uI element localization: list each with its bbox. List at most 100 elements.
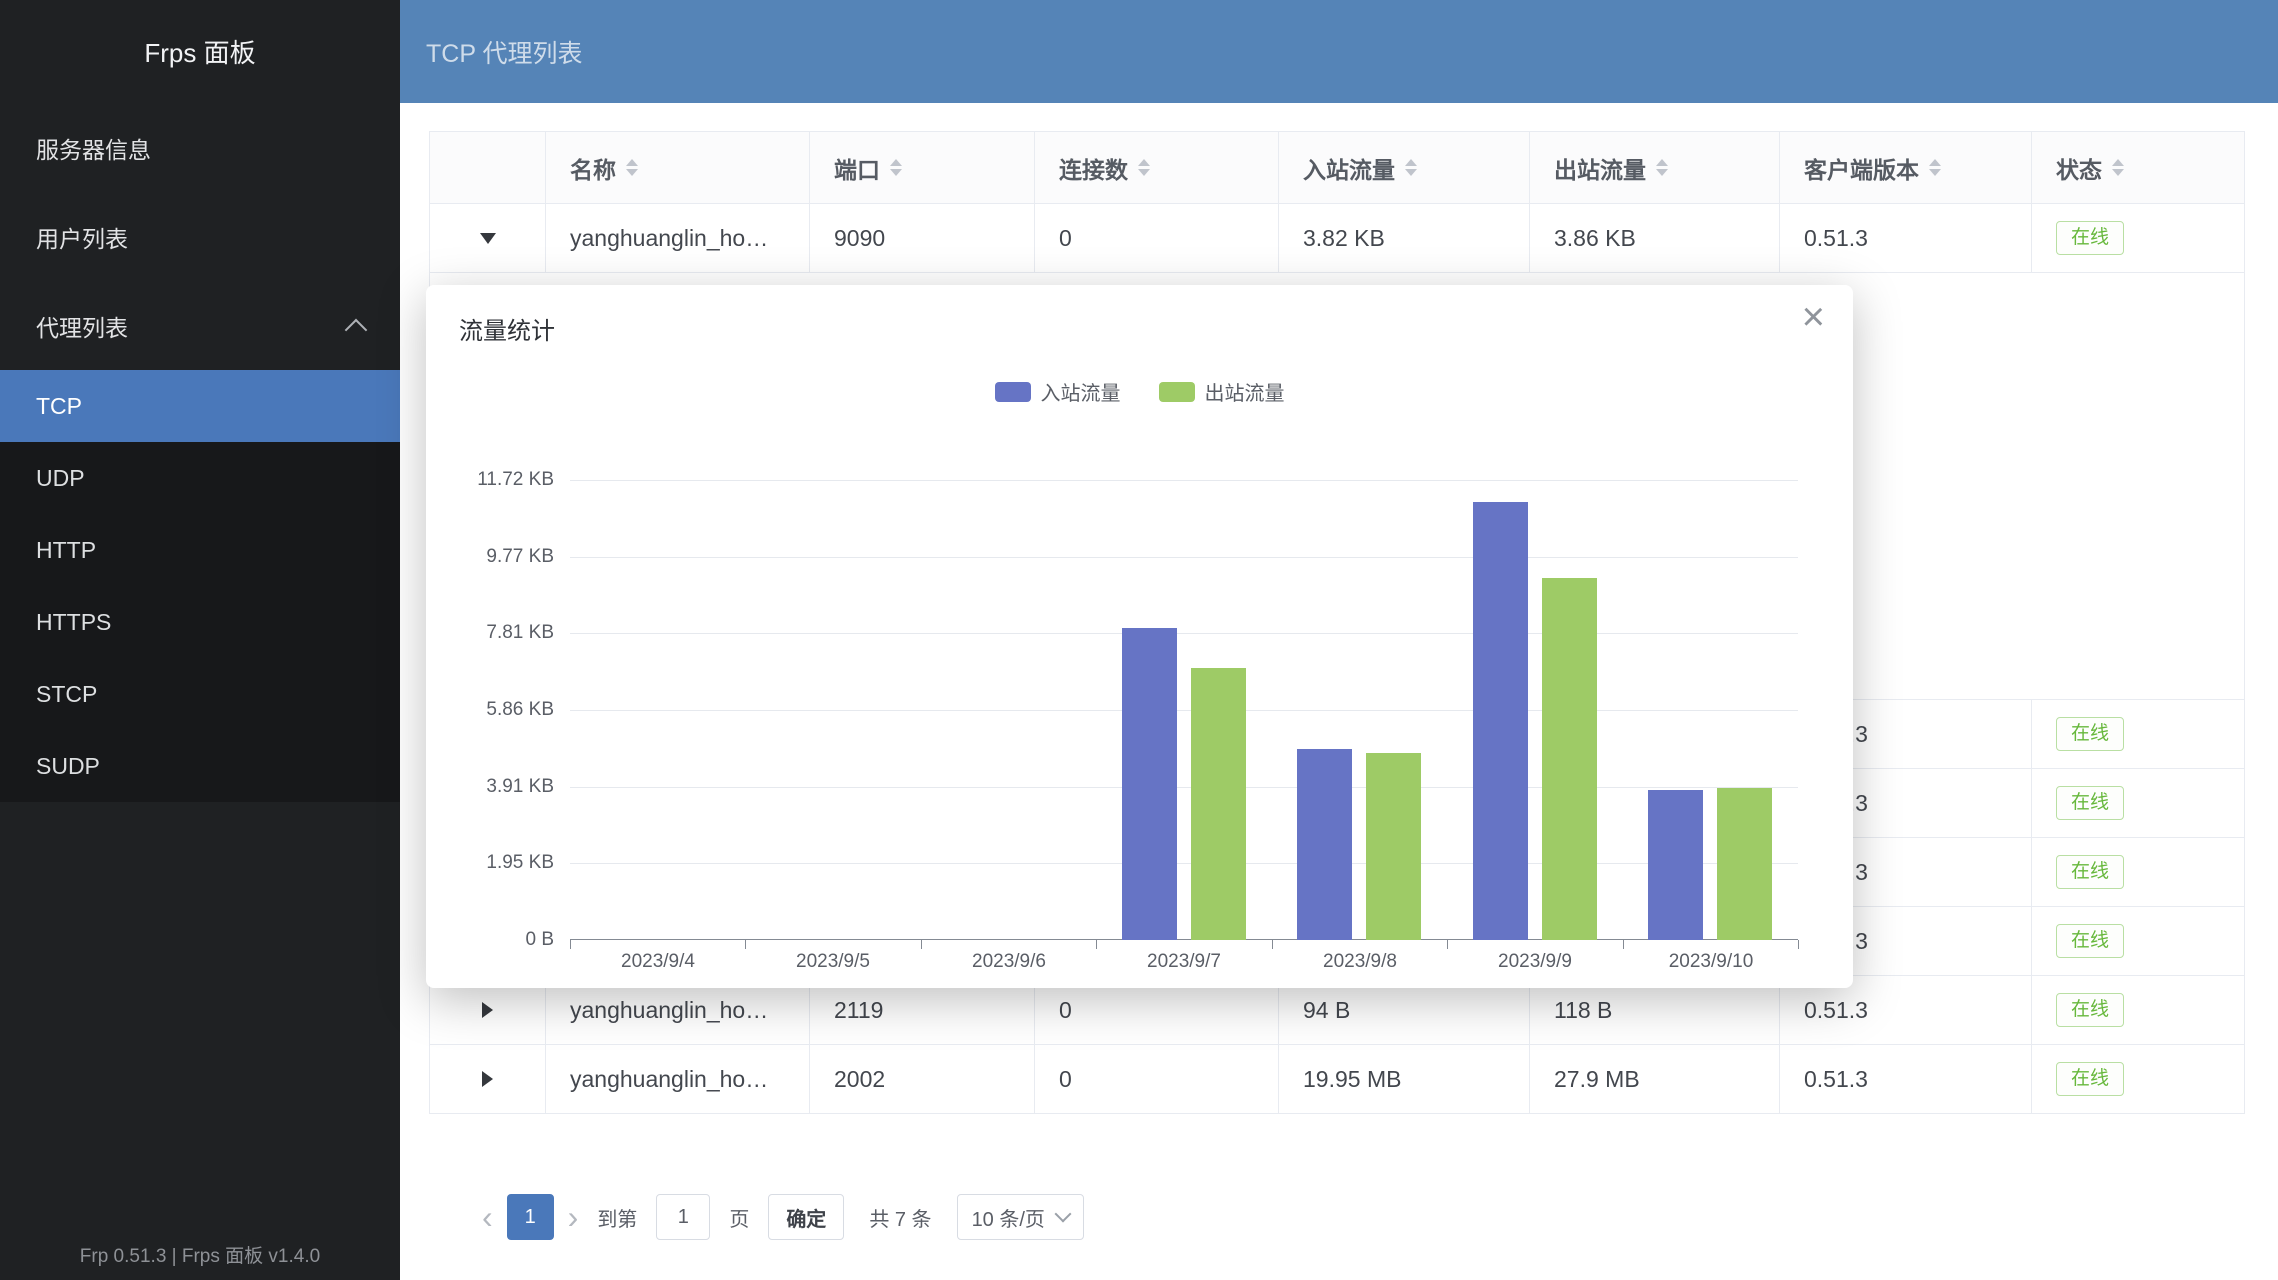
y-tick-label: 5.86 KB: [426, 699, 554, 721]
gridline: [570, 863, 1798, 864]
cell-status: 在线: [2032, 1045, 2245, 1114]
status-badge: 在线: [2056, 855, 2124, 890]
sidebar-footer: Frp 0.51.3 | Frps 面板 v1.4.0: [0, 1241, 400, 1268]
x-axis-tick: [1272, 940, 1273, 949]
cell-port: 2002: [810, 1045, 1035, 1114]
sidebar-item-stcp[interactable]: STCP: [0, 658, 400, 730]
table-header-col-0[interactable]: 名称: [546, 132, 810, 204]
x-tick-label: 2023/9/8: [1272, 951, 1448, 973]
chart-legend: 入站流量 出站流量: [426, 377, 1853, 406]
gridline: [570, 557, 1798, 558]
caret-right-icon: [482, 1071, 493, 1087]
caret-down-icon: [1138, 169, 1150, 176]
sort-icon: [1138, 159, 1150, 176]
sidebar-item-http[interactable]: HTTP: [0, 514, 400, 586]
sidebar-item-tcp[interactable]: TCP: [0, 370, 400, 442]
y-tick-label: 11.72 KB: [426, 469, 554, 491]
legend-item-outbound[interactable]: 出站流量: [1159, 377, 1285, 406]
status-badge: 在线: [2056, 221, 2124, 256]
x-tick-label: 2023/9/6: [921, 951, 1097, 973]
legend-item-inbound[interactable]: 入站流量: [995, 377, 1121, 406]
caret-down-icon: [480, 233, 496, 244]
total-count: 共 7 条: [869, 1203, 931, 1232]
y-tick-label: 3.91 KB: [426, 776, 554, 798]
status-badge: 在线: [2056, 786, 2124, 821]
page-number-button[interactable]: 1: [507, 1194, 554, 1240]
x-tick-label: 2023/9/5: [745, 951, 921, 973]
table-header-col-4[interactable]: 出站流量: [1530, 132, 1780, 204]
x-axis-tick: [570, 940, 571, 949]
column-label: 连接数: [1059, 151, 1128, 185]
x-axis-tick: [1447, 940, 1448, 949]
sidebar-item-sudp[interactable]: SUDP: [0, 730, 400, 802]
sidebar-item-label: 服务器信息: [36, 131, 151, 165]
app-title: Frps 面板: [0, 0, 400, 103]
legend-swatch: [1159, 382, 1195, 402]
cell-traffic_in: 3.82 KB: [1279, 204, 1530, 273]
status-badge: 在线: [2056, 1062, 2124, 1097]
caret-up-icon: [2112, 159, 2124, 166]
cell-status: 在线: [2032, 204, 2245, 273]
legend-label: 出站流量: [1205, 377, 1285, 406]
table-header-col-5[interactable]: 客户端版本: [1780, 132, 2032, 204]
sidebar-item-label: 用户列表: [36, 220, 128, 254]
cell-status: 在线: [2032, 769, 2245, 838]
gridline: [570, 710, 1798, 711]
sidebar-item-label: UDP: [36, 465, 85, 492]
page-title: TCP 代理列表: [426, 34, 583, 70]
sidebar-item-label: STCP: [36, 681, 97, 708]
bar-inbound: [1122, 628, 1177, 940]
y-tick-label: 0 B: [426, 929, 554, 951]
page-size-select[interactable]: 10 条/页: [957, 1194, 1084, 1240]
sort-icon: [1929, 159, 1941, 176]
sidebar-menu: 服务器信息用户列表代理列表: [0, 103, 400, 370]
table-header-col-2[interactable]: 连接数: [1035, 132, 1279, 204]
gridline: [570, 480, 1798, 481]
chevron-down-icon: [1054, 1206, 1071, 1223]
sidebar-item-proxy-list[interactable]: 代理列表: [0, 281, 400, 370]
status-badge: 在线: [2056, 924, 2124, 959]
sidebar-item-user-list[interactable]: 用户列表: [0, 192, 400, 281]
sort-icon: [626, 159, 638, 176]
caret-down-icon: [2112, 169, 2124, 176]
table-header-col-1[interactable]: 端口: [810, 132, 1035, 204]
prev-page-button[interactable]: ‹: [482, 1201, 493, 1233]
sidebar-item-udp[interactable]: UDP: [0, 442, 400, 514]
goto-page-input[interactable]: [656, 1194, 710, 1240]
sidebar-item-server-info[interactable]: 服务器信息: [0, 103, 400, 192]
x-tick-label: 2023/9/7: [1096, 951, 1272, 973]
cell-name: yanghuanglin_ho…: [546, 1045, 810, 1114]
pagination: ‹ 1 › 到第 页 确定 共 7 条 10 条/页: [429, 1194, 2245, 1240]
cell-status: 在线: [2032, 976, 2245, 1045]
y-tick-label: 9.77 KB: [426, 546, 554, 568]
next-page-button[interactable]: ›: [568, 1201, 579, 1233]
cell-client_version: 0.51.3: [1780, 1045, 2032, 1114]
x-axis-tick: [745, 940, 746, 949]
status-badge: 在线: [2056, 717, 2124, 752]
chart-x-axis: 2023/9/42023/9/52023/9/62023/9/72023/9/8…: [570, 951, 1798, 981]
table-header-col-3[interactable]: 入站流量: [1279, 132, 1530, 204]
expand-toggle[interactable]: [430, 1045, 546, 1114]
x-tick-label: 2023/9/9: [1447, 951, 1623, 973]
traffic-stats-modal: 流量统计 × 入站流量出站流量 11.72 KB9.77 KB7.81 KB5.…: [426, 285, 1853, 988]
page-header: TCP 代理列表: [400, 0, 2278, 103]
cell-traffic_out: 3.86 KB: [1530, 204, 1780, 273]
table-header-col-6[interactable]: 状态: [2032, 132, 2245, 204]
column-label: 客户端版本: [1804, 151, 1919, 185]
chevron-up-icon: [345, 318, 368, 341]
y-tick-label: 1.95 KB: [426, 852, 554, 874]
traffic-chart: [570, 480, 1798, 940]
sort-icon: [1405, 159, 1417, 176]
sidebar-submenu: TCP UDP HTTPHTTPS STCP SUDP: [0, 370, 400, 802]
close-icon[interactable]: ×: [1802, 297, 1825, 337]
legend-label: 入站流量: [1041, 377, 1121, 406]
sidebar-item-https[interactable]: HTTPS: [0, 586, 400, 658]
gridline: [570, 633, 1798, 634]
column-label: 出站流量: [1554, 151, 1646, 185]
x-axis-tick: [1798, 940, 1799, 949]
expand-toggle[interactable]: [430, 204, 546, 273]
bar-outbound: [1191, 668, 1246, 940]
confirm-button[interactable]: 确定: [768, 1194, 844, 1240]
caret-up-icon: [1929, 159, 1941, 166]
caret-down-icon: [626, 169, 638, 176]
